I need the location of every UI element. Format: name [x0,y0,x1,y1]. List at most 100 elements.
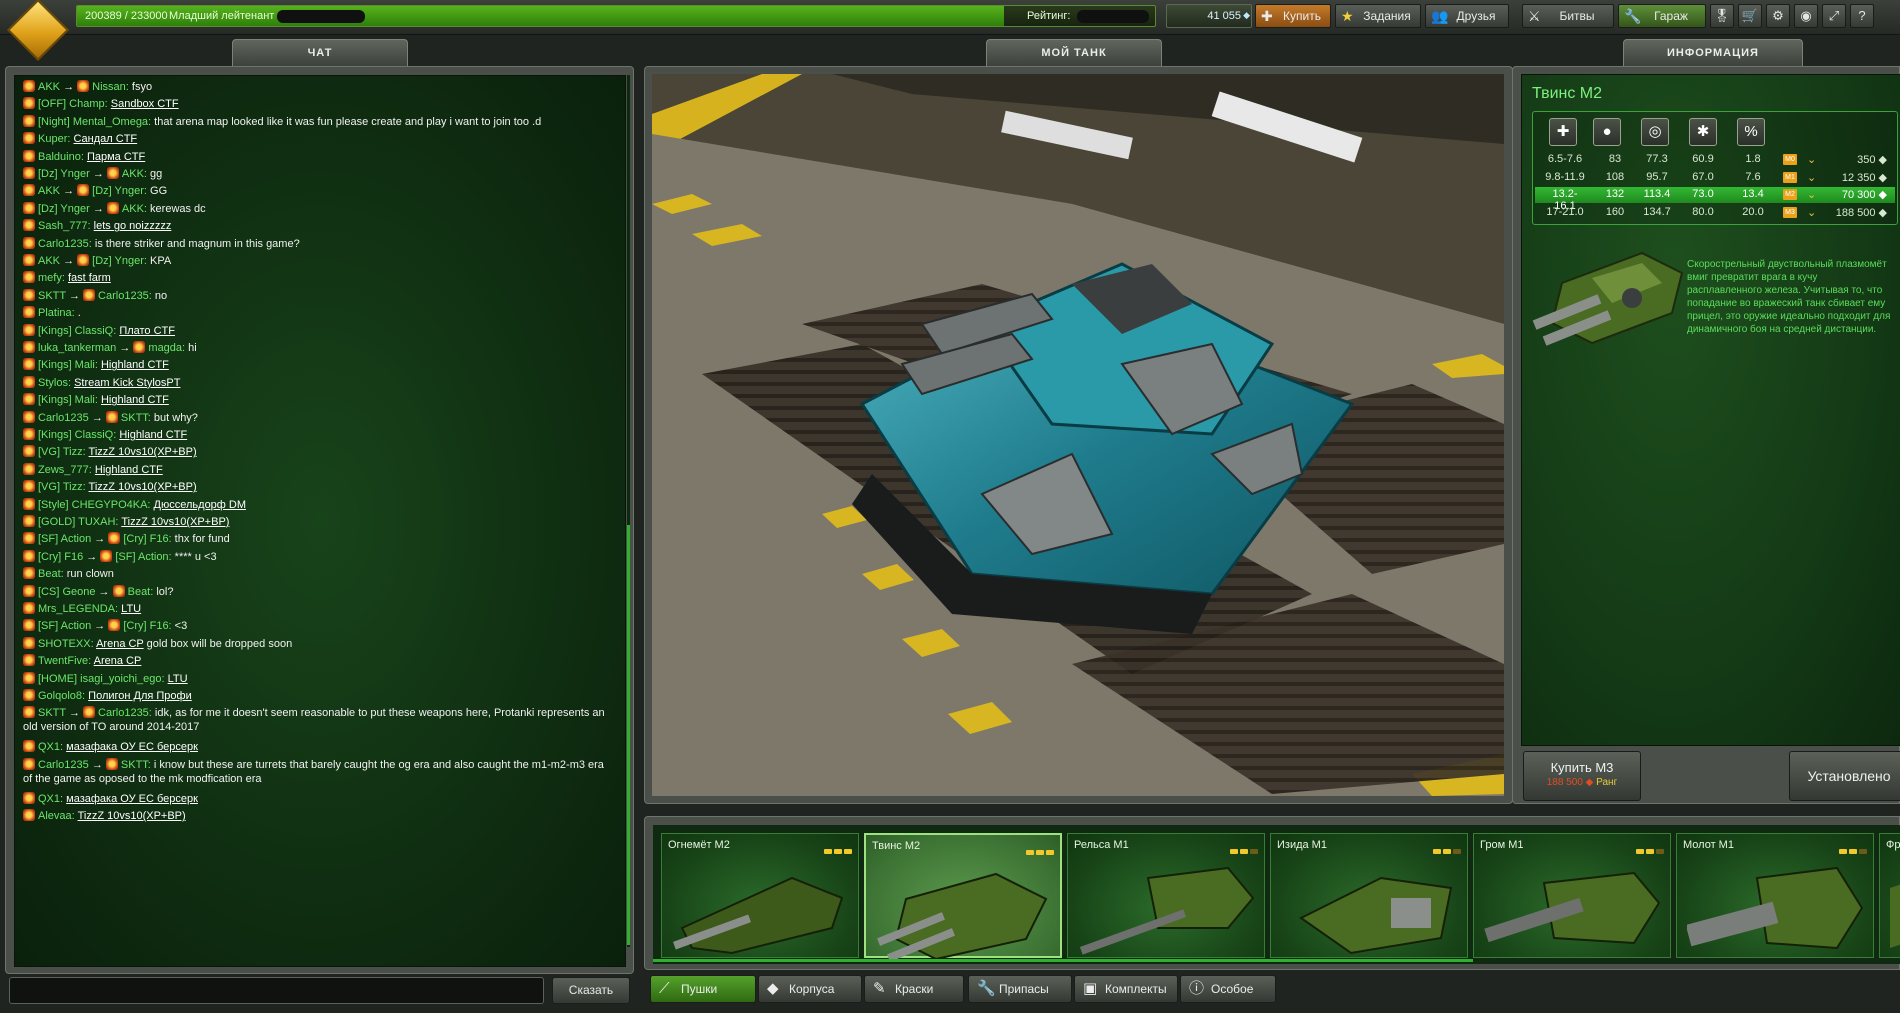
player-name[interactable]: Carlo1235 [38,412,89,424]
item-strip[interactable]: Огнемёт М2 Твинс М2 Рельса М1 Изида М1 Гром … [653,825,1900,964]
battle-link[interactable]: Sandbox CTF [111,98,179,110]
battle-link[interactable]: мазафака ОУ ЕС берсерк [66,793,198,805]
battle-link[interactable]: fast farm [68,272,111,284]
strip-scrollbar[interactable] [653,959,1473,962]
player-name[interactable]: SKTT: [121,412,151,424]
shop-icon[interactable]: 🛒 [1738,4,1762,28]
player-name[interactable]: [Dz] Ynger [38,203,90,215]
battle-link[interactable]: LTU [168,673,188,685]
item-card[interactable]: Молот М1 [1676,833,1874,958]
player-name[interactable]: SKTT: [121,759,151,771]
player-name[interactable]: Carlo1235: [98,290,152,302]
quests-button[interactable]: ★ Задания [1335,4,1421,28]
player-name[interactable]: [Night] Mental_Omega: [38,116,151,128]
player-name[interactable]: Beat: [38,568,64,580]
player-name[interactable]: Nissan: [92,81,129,93]
item-card[interactable]: Фр [1879,833,1900,958]
player-name[interactable]: SKTT [38,707,66,719]
friends-button[interactable]: 👥 Друзья [1425,4,1509,28]
chat-scroll-thumb[interactable] [627,525,630,945]
player-name[interactable]: [Kings] Mali: [38,394,98,406]
player-name[interactable]: [Dz] Ynger: [92,255,147,267]
player-name[interactable]: [Style] CHEGYPO4KA: [38,499,150,511]
player-name[interactable]: Zews_777: [38,464,92,476]
player-name[interactable]: Mrs_LEGENDA: [38,603,118,615]
tab-turrets[interactable]: ⟋ Пушки [650,975,756,1003]
player-name[interactable]: mefy: [38,272,65,284]
item-card[interactable]: Огнемёт М2 [661,833,859,958]
battle-link[interactable]: Stream Kick StylosPT [74,377,180,389]
player-name[interactable]: [Kings] ClassiQ: [38,429,116,441]
player-name[interactable]: [OFF] Champ: [38,98,108,110]
player-name[interactable]: SKTT [38,290,66,302]
player-name[interactable]: Platina: [38,307,75,319]
battle-link[interactable]: Arena CP [94,655,142,667]
item-card[interactable]: Рельса М1 [1067,833,1265,958]
player-name[interactable]: [Cry] F16 [38,551,83,563]
player-name[interactable]: [CS] Geone [38,586,95,598]
battle-link[interactable]: мазафака ОУ ЕС берсерк [66,741,198,753]
tab-kits[interactable]: ▣ Комплекты [1074,975,1178,1003]
player-name[interactable]: Alevaa: [38,810,75,822]
player-name[interactable]: Golqolo8: [38,690,85,702]
player-name[interactable]: [Kings] Mali: [38,359,98,371]
player-name[interactable]: AKK [38,185,60,197]
battle-link[interactable]: LTU [121,603,141,615]
player-name[interactable]: Carlo1235: [98,707,152,719]
battles-button[interactable]: ⚔ Битвы [1522,4,1614,28]
gear-icon[interactable]: ⚙ [1766,4,1790,28]
battle-link[interactable]: Highland CTF [101,359,169,371]
battle-link[interactable]: TizzZ 10vs10(XP+BP) [89,446,197,458]
player-name[interactable]: Sash_777: [38,220,91,232]
player-name[interactable]: SHOTEXX: [38,638,94,650]
battle-link[interactable]: TizzZ 10vs10(XP+BP) [121,516,229,528]
player-name[interactable]: AKK: [122,203,147,215]
battle-link[interactable]: Парма CTF [87,151,145,163]
garage-tank-view[interactable] [652,74,1504,796]
player-name[interactable]: [VG] Tizz: [38,481,86,493]
battle-link[interactable]: Highland CTF [101,394,169,406]
battle-link[interactable]: lets go noizzzzz [94,220,172,232]
player-name[interactable]: Carlo1235: [38,238,92,250]
player-name[interactable]: Kuper: [38,133,70,145]
player-name[interactable]: [Dz] Ynger [38,168,90,180]
battle-link[interactable]: Highland CTF [95,464,163,476]
chat-scrollbar[interactable] [627,75,630,947]
player-name[interactable]: [Cry] F16: [123,533,171,545]
player-name[interactable]: Carlo1235 [38,759,89,771]
battle-link[interactable]: Сандал CTF [73,133,137,145]
item-card[interactable]: Изида М1 [1270,833,1468,958]
chat-input[interactable] [9,977,544,1004]
player-name[interactable]: TwentFive: [38,655,91,667]
battle-link[interactable]: Highland CTF [119,429,187,441]
player-name[interactable]: AKK [38,255,60,267]
tab-special[interactable]: ⓘ Особое [1180,975,1276,1003]
player-name[interactable]: luka_tankerman [38,342,116,354]
player-name[interactable]: [SF] Action [38,533,91,545]
player-name[interactable]: Beat: [128,586,154,598]
player-name[interactable]: QX1: [38,793,63,805]
fullscreen-icon[interactable]: ⤢ [1822,4,1846,28]
player-name[interactable]: Balduino: [38,151,84,163]
player-name[interactable]: [Dz] Ynger: [92,185,147,197]
player-name[interactable]: [Cry] F16: [123,620,171,632]
player-name[interactable]: magda: [148,342,185,354]
tab-hulls[interactable]: ◆ Корпуса [758,975,862,1003]
send-button[interactable]: Сказать [552,977,630,1004]
buy-upgrade-button[interactable]: Купить М3 188 500 ◆ Ранг [1523,751,1641,801]
battle-link[interactable]: TizzZ 10vs10(XP+BP) [78,810,186,822]
battle-link[interactable]: Полигон Для Профи [88,690,192,702]
player-name[interactable]: AKK [38,81,60,93]
item-card[interactable]: Твинс М2 [864,833,1062,959]
sound-icon[interactable]: ◉ [1794,4,1818,28]
tab-supplies[interactable]: 🔧 Припасы [968,975,1072,1003]
player-name[interactable]: [HOME] isagi_yoichi_ego: [38,673,165,685]
help-icon[interactable]: ? [1850,4,1874,28]
battle-link[interactable]: Arena CP [96,638,144,650]
chat-log[interactable]: AKK → Nissan: fsyo [OFF] Champ: Sandbox C… [14,75,626,967]
battle-link[interactable]: TizzZ 10vs10(XP+BP) [89,481,197,493]
garage-button[interactable]: 🔧 Гараж [1618,4,1706,28]
battle-link[interactable]: Дюссельдорф DM [154,499,246,511]
player-name[interactable]: [SF] Action [38,620,91,632]
player-name[interactable]: [VG] Tizz: [38,446,86,458]
